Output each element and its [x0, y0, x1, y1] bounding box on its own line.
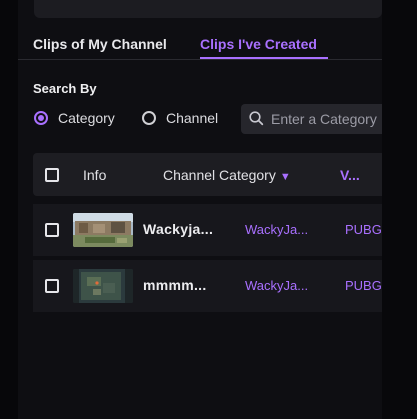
table-row[interactable]: mmmm... WackyJa... PUBG [33, 260, 382, 312]
tab-clips-of-my-channel[interactable]: Clips of My Channel [33, 36, 167, 52]
search-icon [249, 111, 264, 126]
tab-divider [18, 59, 382, 60]
clip-tabs: Clips of My Channel Clips I've Created [18, 30, 382, 60]
top-input-field[interactable] [34, 0, 382, 18]
channel-radio[interactable] [142, 111, 156, 125]
tab-clips-ive-created[interactable]: Clips I've Created [200, 36, 317, 52]
clip-channel-link[interactable]: WackyJa... [245, 278, 308, 293]
right-edge [382, 0, 417, 419]
category-search-input[interactable] [271, 108, 382, 130]
clip-channel-link[interactable]: WackyJa... [245, 222, 308, 237]
info-column-header: Info [83, 167, 107, 183]
row-checkbox[interactable] [45, 279, 59, 293]
clips-table: Info Channel Category ▼ V... Wackyja... … [33, 153, 382, 313]
clip-category-link[interactable]: PUBG [345, 278, 382, 293]
channel-category-column-header[interactable]: Channel Category ▼ [163, 167, 291, 183]
clips-panel: Clips of My Channel Clips I've Created S… [18, 0, 382, 419]
table-row[interactable]: Wackyja... WackyJa... PUBG [33, 204, 382, 256]
search-by-heading: Search By [33, 81, 97, 96]
clip-title: Wackyja... [143, 221, 214, 237]
views-column-header[interactable]: V... [340, 167, 360, 183]
chevron-down-icon: ▼ [279, 171, 291, 183]
category-search-box[interactable] [241, 104, 382, 134]
category-radio-label[interactable]: Category [58, 110, 115, 126]
left-edge [0, 0, 18, 419]
channel-radio-label[interactable]: Channel [166, 110, 218, 126]
row-checkbox[interactable] [45, 223, 59, 237]
select-all-checkbox[interactable] [45, 168, 59, 182]
table-header: Info Channel Category ▼ V... [33, 153, 382, 196]
channel-category-header-label: Channel Category [163, 167, 276, 183]
clip-category-link[interactable]: PUBG [345, 222, 382, 237]
clip-thumbnail[interactable] [73, 213, 133, 247]
clip-title: mmmm... [143, 277, 207, 293]
category-radio[interactable] [34, 111, 48, 125]
app-frame: Clips of My Channel Clips I've Created S… [0, 0, 417, 419]
clip-thumbnail[interactable] [73, 269, 133, 303]
